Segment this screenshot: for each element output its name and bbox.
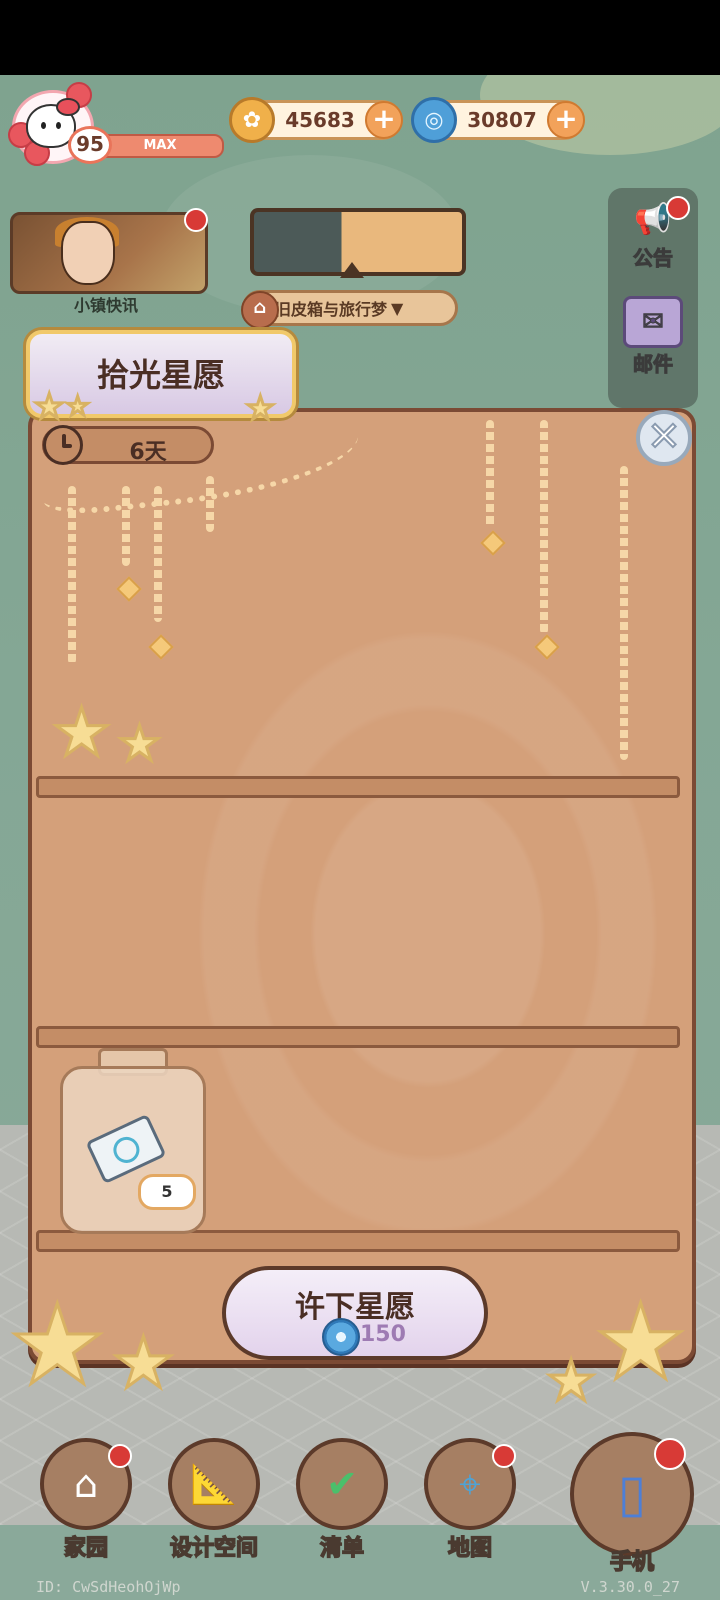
notification-dot xyxy=(184,208,208,232)
up-arrow-icon xyxy=(340,262,364,278)
gem-value: 30807 xyxy=(467,108,537,132)
notification-dot xyxy=(108,1444,132,1468)
mail-icon: ✉ xyxy=(623,296,683,348)
star-decor: ★ xyxy=(111,1322,177,1404)
notification-dot xyxy=(666,196,690,220)
star-decor: ★ xyxy=(50,694,112,771)
mail-label: 邮件 xyxy=(633,352,674,377)
jar-count: 5 xyxy=(138,1174,196,1210)
shelf-middle xyxy=(36,1026,680,1048)
notification-dot xyxy=(654,1438,686,1470)
add-coin-button[interactable]: + xyxy=(365,101,403,139)
nav-phone-label: 手机 xyxy=(609,1549,655,1576)
shelf-top xyxy=(36,776,680,798)
xp-bar: MAX xyxy=(96,134,224,158)
coin-icon: ✿ xyxy=(229,97,275,143)
event-label: 旧皮箱与旅行梦 xyxy=(275,300,388,319)
player-id: ID: CwSdHeohOjWp xyxy=(36,1578,181,1596)
nav-list-label: 清单 xyxy=(319,1535,365,1562)
wish-jar[interactable]: 5 xyxy=(60,1048,206,1234)
star-decor: ★ xyxy=(32,387,66,427)
add-gem-button[interactable]: + xyxy=(547,101,585,139)
nav-design-button[interactable]: 📐 设计空间 xyxy=(164,1438,264,1562)
star-decor: ★ xyxy=(245,389,277,427)
close-button[interactable]: ✕ xyxy=(636,410,692,466)
wish-cost: 150 xyxy=(360,1322,406,1347)
countdown-timer: 6天 xyxy=(42,425,214,465)
coin-currency: ✿ 45683 + xyxy=(229,97,403,143)
notice-label: 公告 xyxy=(633,246,674,271)
swirl-gem-icon: ◎ xyxy=(411,97,457,143)
clock-icon xyxy=(43,425,83,465)
gem-currency: ◎ 30807 + xyxy=(411,97,585,143)
house-icon: ⌂ xyxy=(241,291,279,329)
nav-design-label: 设计空间 xyxy=(169,1535,259,1562)
event-selector[interactable]: ⌂ 旧皮箱与旅行梦 ▼ xyxy=(241,290,458,329)
ruler-icon: 📐 xyxy=(168,1438,260,1530)
star-decor: ★ xyxy=(64,392,90,422)
star-decor: ★ xyxy=(7,1281,109,1409)
coin-value: 45683 xyxy=(285,108,355,132)
mail-button[interactable]: ✉ 邮件 xyxy=(616,296,690,377)
notification-dot xyxy=(492,1444,516,1468)
star-decor: ★ xyxy=(116,716,162,772)
character-portrait xyxy=(61,221,115,285)
news-card[interactable] xyxy=(10,212,208,294)
make-wish-button[interactable]: 许下星愿 150 xyxy=(222,1266,488,1360)
dropdown-triangle-icon: ▼ xyxy=(391,298,404,318)
chain-decor xyxy=(486,420,494,528)
checklist-icon: ✔ xyxy=(296,1438,388,1530)
wish-button-label: 许下星愿 xyxy=(295,1290,415,1325)
nav-map-label: 地图 xyxy=(447,1535,493,1562)
timer-label: 6天 xyxy=(129,440,167,465)
version-label: V.3.30.0_27 xyxy=(580,1578,680,1596)
news-label: 小镇快讯 xyxy=(73,296,138,315)
star-decor: ★ xyxy=(544,1349,597,1414)
nav-list-button[interactable]: ✔ 清单 xyxy=(292,1438,392,1562)
chain-decor xyxy=(540,420,548,634)
nav-home-label: 家园 xyxy=(63,1535,109,1562)
chain-decor xyxy=(620,466,628,760)
bow-icon xyxy=(56,98,80,116)
star-decor: ★ xyxy=(592,1281,688,1403)
swirl-gem-icon xyxy=(322,1318,360,1356)
player-level-badge: 95 xyxy=(68,126,112,164)
